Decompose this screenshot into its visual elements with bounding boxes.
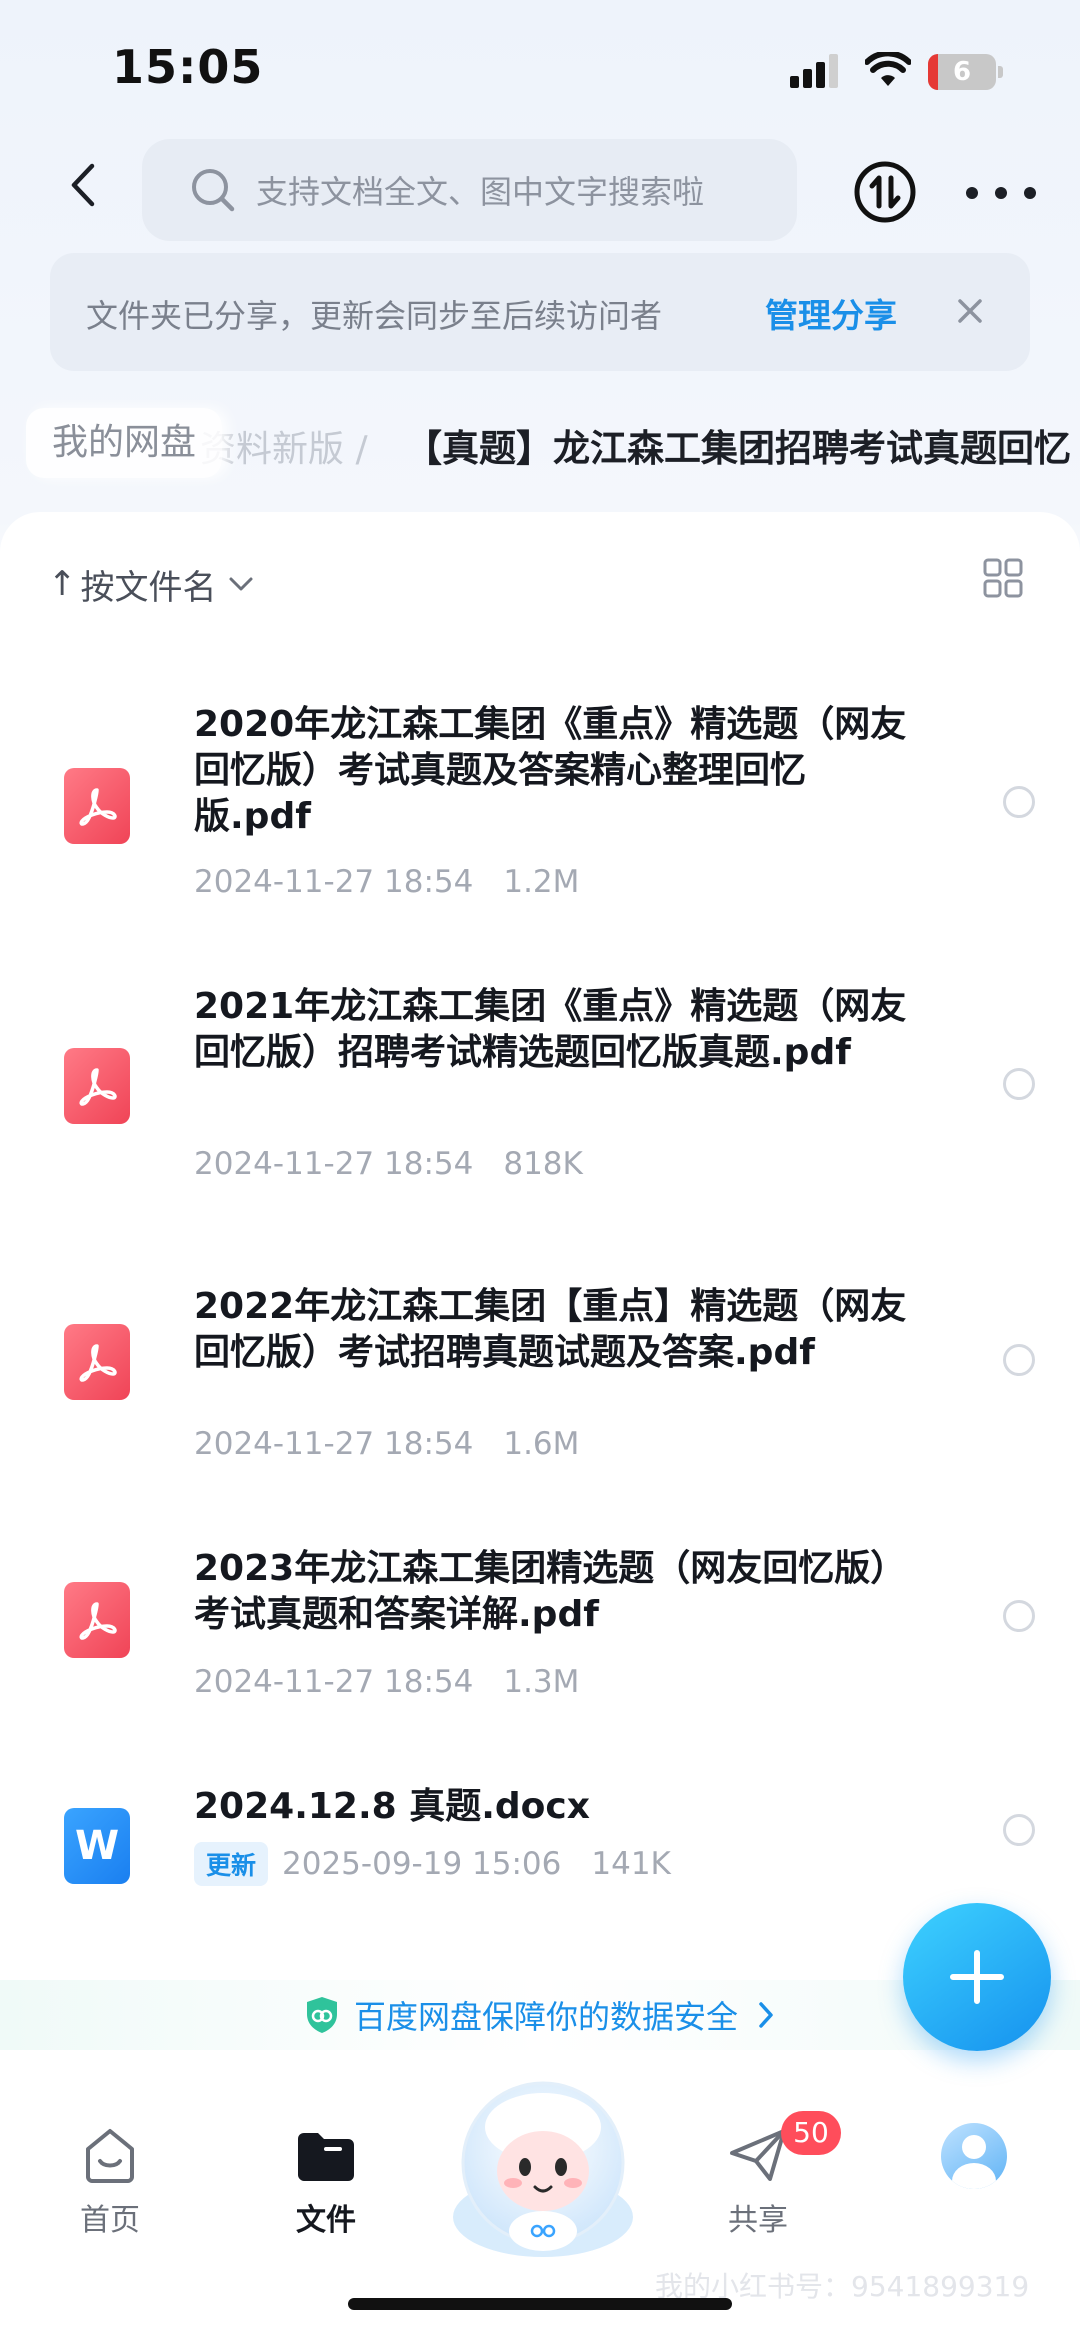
file-meta: 2024-11-27 18:54 1.2M: [194, 864, 579, 900]
search-input[interactable]: 支持文档全文、图中文字搜索啦: [142, 139, 797, 241]
select-checkbox[interactable]: [1003, 1344, 1035, 1376]
folder-icon: [298, 2133, 354, 2181]
file-meta: 2024-11-27 18:54 1.6M: [194, 1426, 579, 1462]
file-size: 141K: [591, 1846, 671, 1882]
select-checkbox[interactable]: [1003, 1600, 1035, 1632]
file-row[interactable]: 2023年龙江森工集团精选题（网友回忆版）考试真题和答案详解.pdf 2024-…: [0, 1546, 1080, 1726]
dot-icon: [995, 187, 1007, 199]
file-row[interactable]: 2022年龙江森工集团【重点】精选题（网友回忆版）考试招聘真题试题及答案.pdf…: [0, 1284, 1080, 1484]
dot-icon: [966, 187, 978, 199]
close-icon: [958, 299, 982, 323]
add-button[interactable]: [903, 1903, 1051, 2051]
tab-home[interactable]: 首页: [30, 2123, 190, 2239]
breadcrumb-item-current: 【真题】龙江森工集团招聘考试真题回忆: [405, 427, 1071, 470]
tab-profile[interactable]: [894, 2123, 1054, 2189]
select-checkbox[interactable]: [1003, 1814, 1035, 1846]
file-meta: 更新 2025-09-19 15:06 141K: [194, 1842, 671, 1886]
file-date: 2024-11-27 18:54: [194, 1664, 474, 1700]
notification-badge: 50: [781, 2111, 841, 2155]
search-icon: [192, 169, 235, 212]
cellular-signal-icon: [790, 54, 838, 88]
chevron-right-icon: [759, 2002, 773, 2028]
share-notice-text: 文件夹已分享，更新会同步至后续访问者: [86, 297, 663, 335]
file-name: 2020年龙江森工集团《重点》精选题（网友回忆版）考试真题及答案精心整理回忆版.…: [194, 704, 907, 837]
file-date: 2025-09-19 15:06: [282, 1846, 562, 1882]
close-banner-button[interactable]: [950, 287, 990, 335]
pdf-file-icon: [64, 768, 130, 844]
share-notice-banner: 文件夹已分享，更新会同步至后续访问者 管理分享: [50, 253, 1030, 371]
shield-icon: [306, 1997, 337, 2033]
tab-share-label: 共享: [728, 2203, 788, 2238]
file-row[interactable]: W 2024.12.8 真题.docx 更新 2025-09-19 15:06 …: [0, 1784, 1080, 1924]
pdf-file-icon: [64, 1324, 130, 1400]
file-name: 2024.12.8 真题.docx: [194, 1786, 590, 1827]
file-date: 2024-11-27 18:54: [194, 1146, 474, 1182]
pdf-file-icon: [64, 1048, 130, 1124]
plus-icon: [950, 1950, 1004, 2004]
breadcrumb-item-root[interactable]: 我的网盘: [26, 408, 223, 478]
more-options-button[interactable]: [966, 168, 1036, 218]
file-row[interactable]: 2020年龙江森工集团《重点》精选题（网友回忆版）考试真题及答案精心整理回忆版.…: [0, 702, 1080, 942]
chevron-left-icon: [71, 163, 95, 207]
file-date: 2024-11-27 18:54: [194, 864, 474, 900]
transfer-list-button[interactable]: [853, 160, 917, 224]
battery-level: 6: [952, 57, 972, 87]
home-icon: [86, 2129, 134, 2183]
file-name: 2021年龙江森工集团《重点》精选题（网友回忆版）招聘考试精选题回忆版真题.pd…: [194, 986, 907, 1073]
file-list-panel: ↑ 按文件名 2020年龙江森工集团《重点》精选题（网友回忆版）考试真题及答案精…: [0, 512, 1080, 2112]
chevron-down-icon: [229, 577, 252, 591]
select-checkbox[interactable]: [1003, 786, 1035, 818]
file-size: 1.6M: [503, 1426, 580, 1462]
data-safety-text: 百度网盘保障你的数据安全: [353, 1998, 738, 2036]
battery-icon: 6: [928, 54, 1004, 90]
back-button[interactable]: [52, 150, 112, 220]
file-size: 818K: [503, 1146, 583, 1182]
sort-label: 按文件名: [80, 567, 217, 608]
avatar: [941, 2123, 1007, 2189]
grid-view-icon[interactable]: [983, 558, 1023, 598]
search-placeholder: 支持文档全文、图中文字搜索啦: [256, 173, 705, 211]
word-file-icon: W: [64, 1808, 130, 1884]
wifi-icon: [865, 52, 911, 86]
manage-share-link[interactable]: 管理分享: [765, 289, 897, 337]
file-size: 1.2M: [503, 864, 580, 900]
sort-dropdown[interactable]: ↑ 按文件名: [48, 554, 255, 614]
tab-files-label: 文件: [296, 2203, 356, 2238]
status-bar: 15:05 6: [0, 0, 1080, 130]
tab-home-label: 首页: [80, 2203, 140, 2238]
tab-files[interactable]: 文件: [246, 2123, 406, 2239]
sort-arrow-up-icon: ↑: [48, 564, 77, 604]
assistant-mascot-icon[interactable]: [445, 2067, 641, 2263]
updated-badge: 更新: [194, 1842, 269, 1886]
dot-icon: [1024, 187, 1036, 199]
breadcrumb-item-parent[interactable]: 资料新版 /: [200, 420, 368, 472]
home-indicator: [348, 2298, 732, 2310]
breadcrumb: 资料新版 / 【真题】龙江森工集团招聘考试真题回忆 我的网盘: [0, 400, 1080, 490]
status-time: 15:05: [112, 40, 264, 94]
file-size: 1.3M: [503, 1664, 580, 1700]
select-checkbox[interactable]: [1003, 1068, 1035, 1100]
file-date: 2024-11-27 18:54: [194, 1426, 474, 1462]
pdf-file-icon: [64, 1582, 130, 1658]
file-row[interactable]: 2021年龙江森工集团《重点》精选题（网友回忆版）招聘考试精选题回忆版真题.pd…: [0, 984, 1080, 1224]
file-name: 2022年龙江森工集团【重点】精选题（网友回忆版）考试招聘真题试题及答案.pdf: [194, 1286, 907, 1373]
file-meta: 2024-11-27 18:54 1.3M: [194, 1664, 579, 1700]
file-meta: 2024-11-27 18:54 818K: [194, 1146, 583, 1182]
file-name: 2023年龙江森工集团精选题（网友回忆版）考试真题和答案详解.pdf: [194, 1548, 907, 1635]
